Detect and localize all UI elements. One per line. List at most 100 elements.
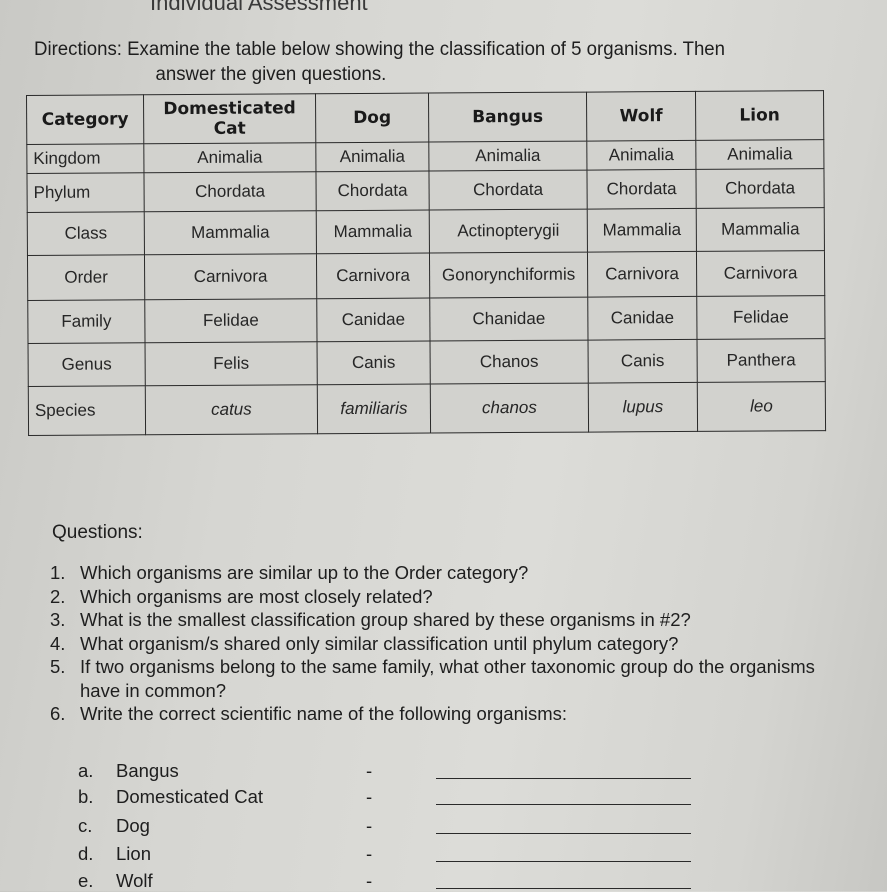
row-label: Species	[28, 385, 146, 436]
table-cell: Felidae	[696, 295, 826, 340]
sub-item-letter: e.	[78, 870, 94, 891]
table-cell: Chordata	[143, 171, 317, 212]
question-item: 6. Write the correct scientific name of …	[50, 702, 860, 726]
table-cell: Animalia	[428, 141, 587, 172]
directions-line-1: Directions: Examine the table below show…	[34, 39, 726, 60]
sub-item-name: Wolf	[116, 870, 153, 891]
table-cell: Canidae	[587, 296, 698, 341]
sub-item-letter: a.	[78, 760, 94, 781]
table-cell: Chordata	[315, 171, 430, 211]
table-cell: Panthera	[697, 338, 826, 383]
question-item: 3. What is the smallest classification g…	[50, 608, 860, 632]
question-text: What is the smallest classification grou…	[80, 609, 691, 630]
table-cell: familiaris	[317, 384, 431, 434]
sub-item-letter: b.	[78, 786, 94, 807]
directions-line-2: answer the given questions.	[155, 64, 387, 85]
row-label: Order	[27, 254, 145, 301]
table-cell: Chordata	[695, 168, 825, 209]
questions-heading: Questions:	[52, 522, 143, 543]
table-cell: Canis	[588, 339, 698, 384]
section-header-fragment: Individual Assessment	[150, 0, 368, 15]
header-wolf: Wolf	[586, 91, 696, 142]
question-number: 3.	[50, 609, 66, 630]
sub-item-bangus: a. Bangus -	[78, 760, 698, 782]
table-header-row: Category Domesticated Cat Dog Bangus Wol…	[26, 90, 824, 145]
table-cell: Carnivora	[144, 253, 317, 300]
classification-table: Category Domesticated Cat Dog Bangus Wol…	[26, 90, 827, 436]
sub-item-dash: -	[366, 786, 373, 807]
question-number: 5.	[50, 656, 66, 677]
table-cell: Mammalia	[696, 207, 825, 252]
question-text: If two organisms belong to the same fami…	[80, 656, 815, 701]
question-text: What organism/s shared only similar clas…	[80, 632, 679, 654]
question-text: Write the correct scientific name of the…	[80, 703, 568, 724]
header-lion: Lion	[695, 90, 824, 141]
table-row: Phylum Chordata Chordata Chordata Chorda…	[26, 168, 825, 213]
row-label: Phylum	[26, 172, 145, 213]
table-cell: Carnivora	[587, 251, 697, 298]
sub-item-lion: d. Lion -	[78, 843, 698, 865]
question-item: 2. Which organisms are most closely rela…	[50, 585, 860, 609]
question-text: Which organisms are most closely related…	[80, 585, 433, 607]
table-cell: Gonorynchiformis	[429, 252, 588, 299]
question-number: 6.	[50, 703, 66, 724]
question-number: 2.	[50, 585, 66, 607]
table-cell: Canidae	[316, 298, 431, 342]
answer-blank[interactable]	[436, 760, 691, 779]
row-label: Genus	[28, 342, 146, 387]
table-row: Genus Felis Canis Chanos Canis Panthera	[28, 338, 826, 387]
sub-item-letter: d.	[78, 843, 94, 864]
table-cell: Felis	[145, 341, 318, 386]
question-number: 4.	[50, 632, 66, 654]
sub-item-name: Dog	[116, 815, 150, 836]
table-cell: chanos	[430, 383, 589, 434]
answer-blank[interactable]	[436, 843, 691, 862]
directions: Directions: Examine the table below show…	[34, 37, 818, 87]
row-label: Kingdom	[26, 143, 144, 174]
answer-blank[interactable]	[436, 786, 691, 805]
sub-item-dog: c. Dog -	[78, 815, 698, 837]
table-cell: lupus	[588, 382, 698, 433]
table-row: Family Felidae Canidae Chanidae Canidae …	[27, 295, 826, 344]
table-cell: Chordata	[428, 170, 588, 211]
table-cell: Actinopterygii	[429, 209, 588, 254]
sub-item-dash: -	[366, 843, 373, 864]
sub-item-letter: c.	[78, 815, 93, 836]
sub-item-name: Lion	[116, 843, 151, 864]
header-dog: Dog	[315, 93, 429, 143]
table-cell: Mammalia	[587, 208, 697, 253]
answer-blank[interactable]	[436, 815, 691, 834]
table-cell: Carnivora	[696, 250, 825, 297]
table-row: Class Mammalia Mammalia Actinopterygii M…	[27, 207, 825, 256]
question-item: 4. What organism/s shared only similar c…	[50, 632, 860, 656]
sub-item-name: Bangus	[116, 760, 179, 781]
table-cell: Chordata	[586, 169, 697, 210]
table-cell: Felidae	[144, 298, 318, 343]
sub-item-dash: -	[366, 760, 373, 781]
table-row: Species catus familiaris chanos lupus le…	[28, 381, 826, 436]
table-cell: leo	[697, 381, 826, 432]
table-cell: Chanidae	[429, 297, 589, 342]
sub-item-wolf: e. Wolf -	[78, 870, 698, 892]
question-text: Which organisms are similar up to the Or…	[80, 562, 529, 583]
table-cell: Chanos	[430, 340, 589, 385]
table-cell: Animalia	[143, 142, 316, 173]
row-label: Class	[27, 211, 145, 256]
header-category: Category	[26, 94, 144, 145]
table-cell: Mammalia	[316, 210, 430, 254]
classification-table-wrapper: Category Domesticated Cat Dog Bangus Wol…	[26, 90, 827, 436]
table-cell: Carnivora	[316, 253, 430, 299]
table-cell: Canis	[317, 341, 431, 385]
header-bangus: Bangus	[428, 92, 587, 143]
table-cell: Animalia	[315, 142, 429, 172]
question-item: 1. Which organisms are similar up to the…	[50, 561, 860, 585]
answer-blank[interactable]	[436, 870, 691, 889]
row-label: Family	[27, 299, 146, 344]
sub-item-dash: -	[366, 815, 373, 836]
question-item: 5. If two organisms belong to the same f…	[50, 655, 860, 702]
table-cell: Animalia	[586, 140, 696, 171]
header-domesticated-cat: Domesticated Cat	[143, 93, 316, 144]
table-row: Order Carnivora Carnivora Gonorynchiform…	[27, 250, 825, 301]
sub-item-name: Domesticated Cat	[116, 786, 264, 807]
sub-item-domesticated-cat: b. Domesticated Cat -	[78, 786, 698, 808]
